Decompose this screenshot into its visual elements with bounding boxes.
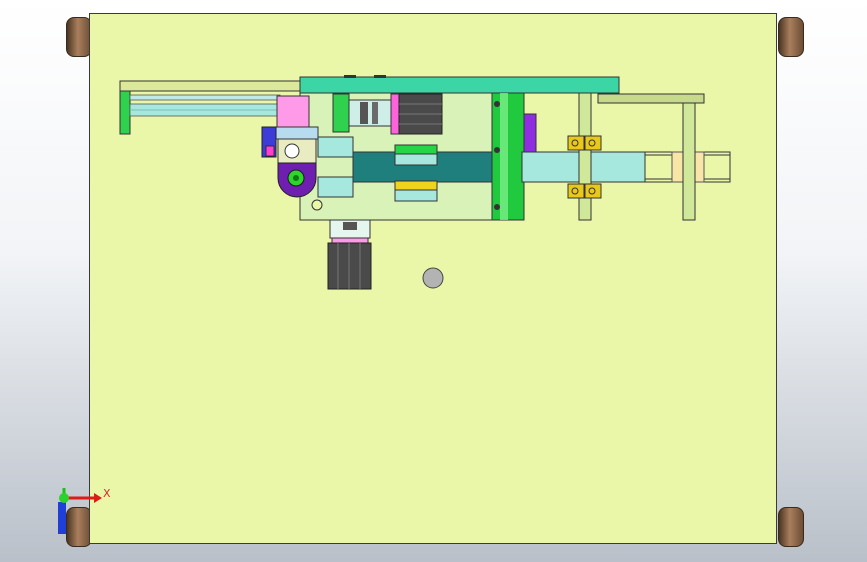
coordinate-triad: X xyxy=(58,487,111,534)
bolt-icon xyxy=(494,204,500,210)
bolt-icon xyxy=(494,147,500,153)
triad-x-label: X xyxy=(103,487,111,500)
motor-flange-magenta xyxy=(390,93,400,135)
magenta-key xyxy=(265,145,275,157)
sensor-yellow xyxy=(394,180,438,191)
left-rail-cylinder[interactable] xyxy=(119,80,303,135)
coupling-rib-2 xyxy=(372,102,378,124)
triad-origin-icon xyxy=(59,493,69,503)
top-mount-plate[interactable] xyxy=(299,76,620,94)
motor-flange xyxy=(269,126,319,140)
sensor-green xyxy=(394,144,438,155)
column-highlight xyxy=(500,93,508,220)
cad-viewport[interactable]: X xyxy=(0,0,867,562)
coupling-body[interactable] xyxy=(348,99,392,127)
triad-x-arrow-icon xyxy=(94,493,102,503)
lower-motor-flange xyxy=(331,237,369,244)
clamp-top-right xyxy=(584,135,602,151)
guide-block-lower[interactable] xyxy=(317,176,354,198)
screw-head-icon xyxy=(311,199,323,211)
sensor-base-upper xyxy=(394,153,438,166)
sensor-base-lower xyxy=(394,189,438,202)
clamp-bottom-left xyxy=(567,183,585,199)
coupling-rib-1 xyxy=(360,102,368,124)
guide-block-upper[interactable] xyxy=(317,136,354,158)
lower-coupling xyxy=(343,222,357,230)
post-right xyxy=(682,102,696,221)
gear-hub-icon xyxy=(284,143,300,159)
machine-assembly[interactable] xyxy=(0,0,867,562)
roller-axle-icon xyxy=(293,175,299,181)
top-crossbar xyxy=(597,93,705,104)
triad-z-axis xyxy=(58,502,66,534)
violet-block xyxy=(523,113,537,153)
bolt-icon xyxy=(494,101,500,107)
grey-knob[interactable] xyxy=(422,267,444,289)
clamp-bottom-right xyxy=(584,183,602,199)
coupling-green xyxy=(332,93,350,133)
post-left xyxy=(578,92,592,221)
plate-slot-2 xyxy=(374,75,386,78)
plate-slot-1 xyxy=(344,75,356,78)
clamp-top-left xyxy=(567,135,585,151)
